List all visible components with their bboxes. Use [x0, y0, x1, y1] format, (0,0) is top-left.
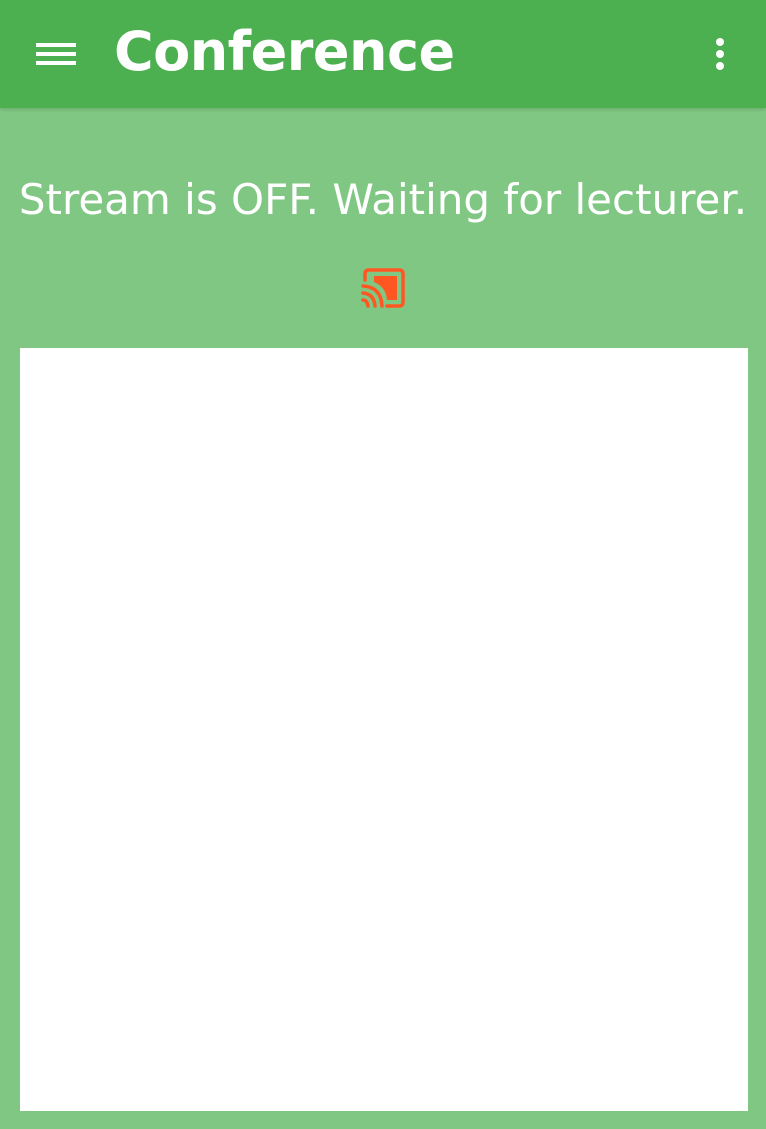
more-vert-icon-dot	[716, 62, 724, 70]
video-stream-area[interactable]	[20, 348, 748, 1111]
more-vert-icon-dot	[716, 50, 724, 58]
stream-status-text: Stream is OFF. Waiting for lecturer.	[18, 175, 748, 224]
hamburger-menu-icon-line	[36, 61, 76, 65]
overflow-menu-button[interactable]	[690, 20, 750, 88]
cast-connected-icon	[361, 268, 405, 308]
app-bar: Conference	[0, 0, 766, 108]
hamburger-menu-icon	[36, 43, 76, 47]
hamburger-menu-icon-line	[36, 52, 76, 56]
page-title: Conference	[114, 20, 455, 83]
navigation-menu-button[interactable]	[22, 20, 90, 88]
more-vert-icon	[716, 38, 724, 46]
cast-button[interactable]	[356, 264, 410, 312]
